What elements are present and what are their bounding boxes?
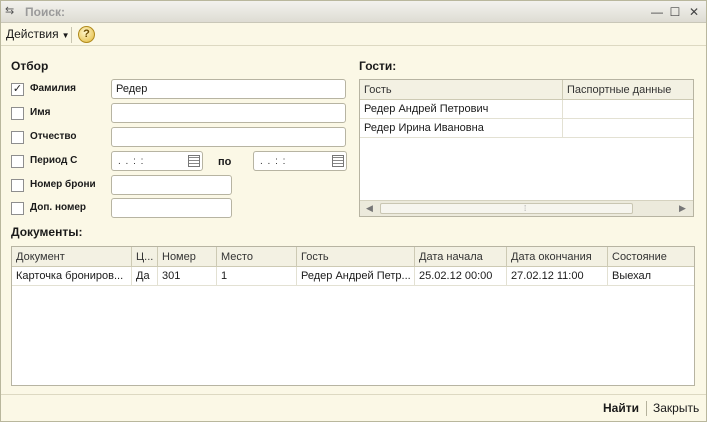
documents-table[interactable]: Документ Ц... Номер Место Гость Дата нач… bbox=[11, 246, 695, 386]
filter-title: Отбор bbox=[11, 59, 49, 73]
booking-number-input[interactable] bbox=[111, 175, 232, 195]
docs-col-c[interactable]: Ц... bbox=[132, 247, 158, 267]
guests-col-passport[interactable]: Паспортные данные bbox=[563, 80, 693, 100]
docs-col-number[interactable]: Номер bbox=[158, 247, 217, 267]
docs-col-status[interactable]: Состояние bbox=[608, 247, 694, 267]
doc-status-cell: Выехал bbox=[612, 270, 652, 282]
extra-number-checkbox[interactable] bbox=[11, 202, 24, 215]
minimize-button[interactable]: — bbox=[648, 4, 666, 20]
window-title: Поиск: bbox=[25, 5, 66, 19]
period-to-field[interactable]: . . : : bbox=[253, 151, 347, 171]
patronymic-label: Отчество bbox=[30, 131, 77, 142]
filter-row-booking-number: Номер брони bbox=[11, 176, 111, 194]
docs-col-guest[interactable]: Гость bbox=[297, 247, 415, 267]
doc-guest-cell: Редер Андрей Петр... bbox=[297, 267, 415, 286]
scroll-thumb[interactable]: ⁞ bbox=[380, 203, 633, 214]
help-button[interactable]: ? bbox=[78, 26, 95, 43]
period-to-label: по bbox=[218, 156, 232, 168]
filter-row-patronymic: Отчество bbox=[11, 128, 111, 146]
lastname-input[interactable]: Редер bbox=[111, 79, 346, 99]
doc-start-date-cell: 25.02.12 00:00 bbox=[415, 267, 507, 286]
period-from-value: . . : : bbox=[118, 156, 145, 167]
period-checkbox[interactable] bbox=[11, 155, 24, 168]
chevron-down-icon: ▼ bbox=[61, 31, 70, 40]
documents-title: Документы: bbox=[11, 225, 83, 239]
guests-title: Гости: bbox=[359, 59, 397, 73]
guest-name-cell: Редер Ирина Ивановна bbox=[360, 119, 563, 138]
patronymic-input[interactable] bbox=[111, 127, 346, 147]
lastname-label: Фамилия bbox=[30, 83, 76, 94]
filter-row-extra-number: Доп. номер bbox=[11, 199, 111, 217]
actions-menu[interactable]: Действия ▼ bbox=[6, 27, 70, 41]
docs-col-end-date[interactable]: Дата окончания bbox=[507, 247, 608, 267]
grip-icon: ⁞ bbox=[524, 204, 527, 213]
doc-c-cell: Да bbox=[132, 267, 158, 286]
guests-table-header: Гость Паспортные данные bbox=[360, 80, 693, 100]
maximize-button[interactable]: ☐ bbox=[666, 4, 684, 20]
calendar-icon[interactable] bbox=[188, 155, 200, 167]
doc-place-cell: 1 bbox=[217, 267, 297, 286]
scroll-left-icon[interactable]: ◀ bbox=[366, 203, 373, 214]
filter-row-period: Период С bbox=[11, 152, 111, 170]
guest-name-cell: Редер Андрей Петрович bbox=[360, 100, 563, 119]
extra-number-label: Доп. номер bbox=[30, 202, 87, 213]
close-window-button[interactable]: ✕ bbox=[685, 4, 703, 20]
guests-horizontal-scrollbar[interactable]: ◀ ⁞ ▶ bbox=[360, 200, 693, 216]
table-row[interactable]: Редер Ирина Ивановна bbox=[360, 119, 693, 138]
toolbar: Действия ▼ ? bbox=[1, 23, 706, 46]
footer-divider bbox=[646, 401, 647, 416]
bottom-bar: Найти Закрыть bbox=[1, 394, 706, 421]
title-bar: ⇆ Поиск: — ☐ ✕ bbox=[1, 1, 706, 23]
close-button[interactable]: Закрыть bbox=[653, 401, 699, 415]
guest-passport-cell bbox=[563, 100, 693, 119]
guests-table[interactable]: Гость Паспортные данные Редер Андрей Пет… bbox=[359, 79, 694, 217]
actions-menu-label: Действия bbox=[6, 27, 59, 41]
filter-row-firstname: Имя bbox=[11, 104, 111, 122]
booking-number-label: Номер брони bbox=[30, 179, 96, 190]
table-row[interactable]: Редер Андрей Петрович bbox=[360, 100, 693, 119]
booking-number-checkbox[interactable] bbox=[11, 179, 24, 192]
period-to-value: . . : : bbox=[260, 156, 287, 167]
documents-table-header: Документ Ц... Номер Место Гость Дата нач… bbox=[12, 247, 694, 267]
extra-number-input[interactable] bbox=[111, 198, 232, 218]
scroll-right-icon[interactable]: ▶ bbox=[679, 203, 686, 214]
find-button[interactable]: Найти bbox=[603, 401, 639, 415]
lastname-checkbox[interactable]: ✓ bbox=[11, 83, 24, 96]
table-row[interactable]: Карточка брониров... Да 301 1 Редер Андр… bbox=[12, 267, 694, 286]
calendar-icon[interactable] bbox=[332, 155, 344, 167]
app-icon: ⇆ bbox=[5, 5, 15, 17]
patronymic-checkbox[interactable] bbox=[11, 131, 24, 144]
firstname-input[interactable] bbox=[111, 103, 346, 123]
doc-end-date-cell: 27.02.12 11:00 bbox=[507, 267, 608, 286]
docs-col-start-date[interactable]: Дата начала bbox=[415, 247, 507, 267]
period-label: Период С bbox=[30, 155, 78, 166]
docs-col-document[interactable]: Документ bbox=[12, 247, 132, 267]
toolbar-divider bbox=[71, 27, 72, 43]
doc-number-cell: 301 bbox=[158, 267, 217, 286]
filter-row-lastname: ✓ Фамилия bbox=[11, 80, 111, 98]
doc-document-cell: Карточка брониров... bbox=[12, 267, 132, 286]
docs-col-place[interactable]: Место bbox=[217, 247, 297, 267]
guests-col-guest[interactable]: Гость bbox=[360, 80, 563, 100]
search-window: ⇆ Поиск: — ☐ ✕ Действия ▼ ? Отбор ✓ Фамил… bbox=[0, 0, 707, 422]
firstname-label: Имя bbox=[30, 107, 51, 118]
period-from-field[interactable]: . . : : bbox=[111, 151, 203, 171]
firstname-checkbox[interactable] bbox=[11, 107, 24, 120]
guest-passport-cell bbox=[563, 119, 693, 138]
